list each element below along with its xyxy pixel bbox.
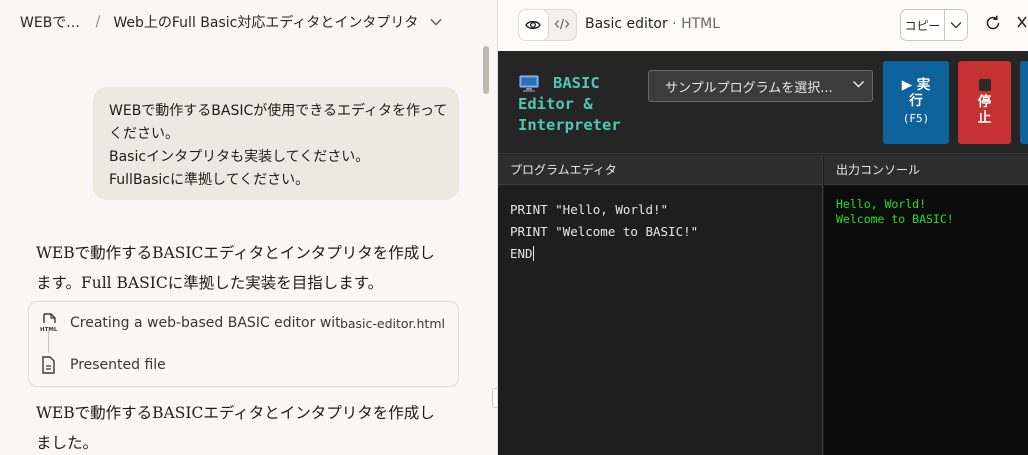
toolbar-extra-button[interactable] — [1020, 61, 1028, 144]
artifact-toolbar: Basic editor · HTML コピー — [498, 0, 1028, 51]
artifact-card[interactable]: HTML Creating a web-based BASIC editor w… — [28, 301, 459, 387]
html-badge: HTML — [40, 327, 58, 333]
app-title-line: Editor & — [518, 95, 593, 113]
code-editor[interactable]: PRINT "Hello, World!" PRINT "Welcome to B… — [498, 185, 822, 265]
stop-icon — [978, 79, 991, 91]
chevron-down-icon — [950, 19, 962, 32]
assistant-intro-text: WEBで動作するBASICエディタとインタプリタを作成します。Full BASI… — [36, 244, 435, 292]
user-message-line: WEBで動作するBASICが使用できるエディタを作って — [109, 103, 448, 119]
copy-menu-button[interactable] — [945, 10, 967, 40]
conversation-title[interactable]: Web上のFull Basic対応エディタとインタプリタ — [113, 12, 418, 32]
refresh-button[interactable] — [979, 11, 1007, 39]
run-label-line2: 行 — [909, 93, 923, 109]
run-button[interactable]: ▶ 実 行 (F5) — [883, 61, 949, 144]
code-icon — [554, 18, 570, 33]
user-message-line: FullBasicに準拠してください。 — [109, 172, 310, 188]
preview-toggle[interactable] — [519, 10, 548, 40]
breadcrumb-separator: / — [95, 14, 101, 30]
artifact-filename: basic-editor.html — [339, 315, 445, 331]
html-file-icon: HTML — [40, 313, 58, 333]
text-caret — [532, 246, 534, 261]
basic-app: BASIC Editor & Interpreter サンプルプログラムを選択...… — [498, 51, 1028, 455]
user-message-line: Basicインタプリタも実装してください。 — [109, 149, 370, 165]
editor-pane: プログラムエディタ PRINT "Hello, World!" PRINT "We… — [498, 155, 823, 455]
console-line: Hello, World! — [836, 197, 927, 211]
view-toggle — [518, 9, 577, 41]
presented-file-row[interactable]: Presented file — [29, 344, 458, 386]
code-toggle[interactable] — [548, 10, 577, 40]
artifact-pane: Basic editor · HTML コピー BASIC Editor & I… — [497, 0, 1028, 455]
console-output: Hello, World! Welcome to BASIC! — [824, 185, 1028, 227]
refresh-icon — [984, 14, 1002, 36]
code-line: PRINT "Welcome to BASIC!" — [510, 224, 699, 239]
console-header: 出力コンソール — [824, 155, 1028, 185]
editor-header: プログラムエディタ — [498, 155, 822, 185]
artifact-type: HTML — [681, 16, 721, 32]
sample-program-select[interactable]: サンプルプログラムを選択... — [648, 70, 873, 102]
console-pane: 出力コンソール Hello, World! Welcome to BASIC! — [824, 155, 1028, 455]
chevron-down-icon[interactable] — [430, 15, 442, 29]
breadcrumb: WEBで... / Web上のFull Basic対応エディタとインタプリタ — [20, 12, 442, 32]
code-line: PRINT "Hello, World!" — [510, 202, 669, 217]
app-title-line: Interpreter — [518, 116, 621, 134]
artifact-step-row[interactable]: HTML Creating a web-based BASIC editor w… — [29, 302, 458, 344]
copy-button[interactable]: コピー — [901, 10, 945, 40]
close-icon[interactable] — [1016, 13, 1028, 34]
document-icon — [40, 355, 58, 375]
app-header: BASIC Editor & Interpreter サンプルプログラムを選択...… — [498, 51, 1028, 154]
run-shortcut-hint: (F5) — [902, 112, 930, 125]
assistant-outro-text: WEBで動作するBASICエディタとインタプリタを作成しました。 — [36, 404, 435, 452]
chat-pane: WEBで... / Web上のFull Basic対応エディタとインタプリタ W… — [0, 0, 497, 455]
console-line: Welcome to BASIC! — [836, 212, 954, 226]
artifact-step-label: Creating a web-based BASIC editor with — [70, 315, 340, 331]
code-line: END — [510, 246, 533, 261]
chat-scrollbar[interactable] — [483, 46, 489, 94]
code-line-last: END — [510, 243, 822, 265]
copy-button-group: コピー — [900, 9, 968, 41]
user-message: WEBで動作するBASICが使用できるエディタを作って ください。 Basicイ… — [93, 87, 459, 200]
artifact-type-separator: · — [672, 16, 677, 32]
stop-label-line1: 停 — [977, 94, 992, 110]
stop-label-line2: 止 — [977, 110, 992, 126]
stop-button[interactable]: 停 止 — [958, 61, 1011, 144]
user-message-line: ください。 — [109, 126, 179, 142]
eye-icon — [525, 16, 542, 35]
artifact-title: Basic editor · HTML — [585, 16, 720, 32]
sample-select-value: サンプルプログラムを選択... — [665, 80, 833, 96]
run-label-line1: ▶ 実 — [901, 77, 931, 93]
app-title-line: BASIC — [553, 74, 600, 92]
presented-file-label: Presented file — [70, 357, 166, 373]
artifact-title-text: Basic editor — [585, 16, 668, 32]
chevron-down-icon — [852, 78, 865, 91]
breadcrumb-project[interactable]: WEBで... — [20, 12, 80, 32]
app-title: BASIC Editor & Interpreter — [518, 73, 621, 136]
